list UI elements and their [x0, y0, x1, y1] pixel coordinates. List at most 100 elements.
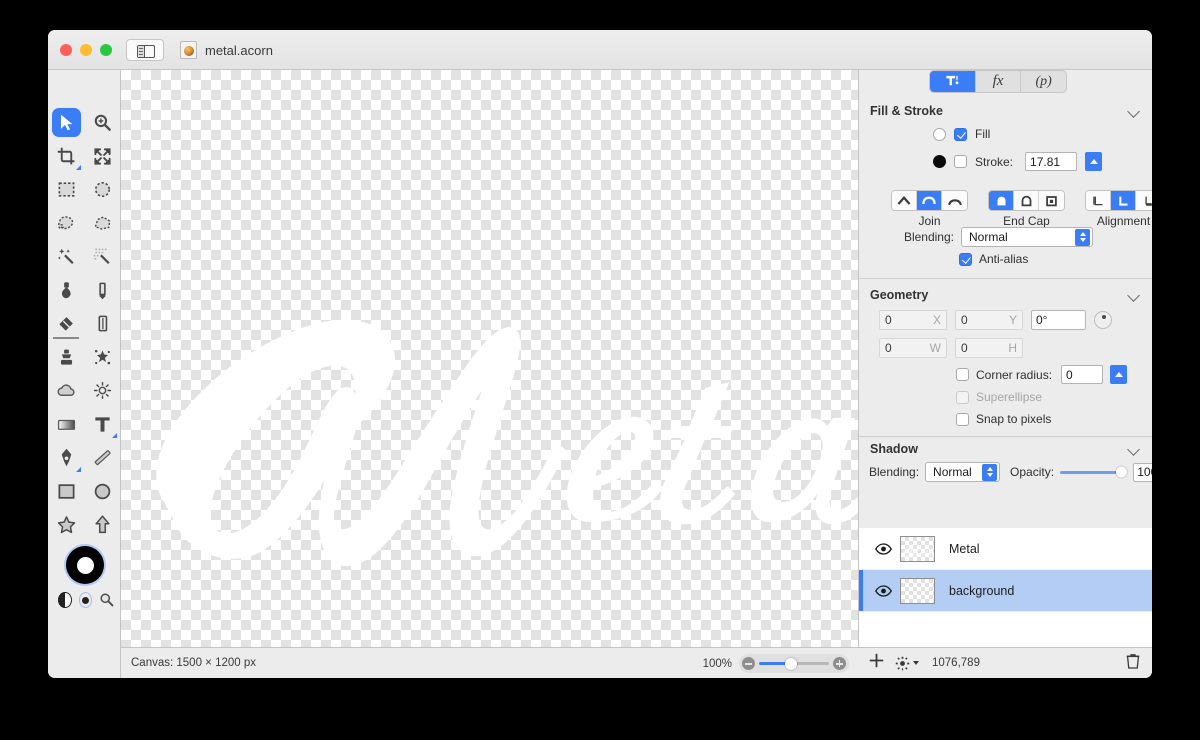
corner-radius-field[interactable]: 0: [1061, 365, 1104, 384]
corner-radius-checkbox[interactable]: [956, 368, 969, 381]
blur-tool[interactable]: [48, 374, 84, 408]
ellipse-shape-tool[interactable]: [84, 475, 120, 509]
stroke-style-groups: Join End Cap Alignment: [891, 190, 1152, 228]
fill-color-swatch[interactable]: [933, 127, 946, 141]
zoom-slider[interactable]: [739, 654, 849, 673]
eraser-tool[interactable]: [48, 307, 84, 341]
sidebar-toggle-button[interactable]: [126, 39, 164, 61]
shadow-section-header[interactable]: Shadow: [859, 436, 1152, 462]
end-cap-segmented[interactable]: [988, 190, 1065, 211]
transform-tool[interactable]: [84, 140, 120, 174]
delete-layer-icon[interactable]: [1126, 653, 1140, 674]
dodge-burn-tool[interactable]: [84, 374, 120, 408]
zoom-tool[interactable]: [84, 106, 120, 140]
cap-square-button[interactable]: [1039, 191, 1064, 210]
close-button[interactable]: [60, 44, 72, 56]
geometry-y-field[interactable]: 0 Y: [955, 310, 1023, 330]
stroke-checkbox[interactable]: [954, 155, 967, 168]
fill-stroke-section-header[interactable]: Fill & Stroke: [859, 98, 1152, 124]
arrow-tool[interactable]: [84, 508, 120, 542]
geometry-w-field[interactable]: 0 W: [879, 338, 947, 358]
cap-butt-button[interactable]: [1014, 191, 1039, 210]
fill-blending-popup[interactable]: Normal: [961, 227, 1093, 247]
tool-options-tab[interactable]: [930, 71, 976, 92]
smudge-tool[interactable]: [84, 341, 120, 375]
line-tool[interactable]: [84, 441, 120, 475]
inspector-mode-switch[interactable]: fx (p): [929, 70, 1067, 93]
canvas-area[interactable]: [120, 70, 859, 647]
fill-checkbox[interactable]: [954, 127, 967, 141]
join-miter-button[interactable]: [892, 191, 917, 210]
magic-wand-tool[interactable]: [48, 240, 84, 274]
add-layer-icon[interactable]: [869, 653, 884, 673]
layer-row-metal[interactable]: Metal: [859, 528, 1152, 570]
crop-tool[interactable]: [48, 140, 84, 174]
clone-stamp-tool[interactable]: [48, 341, 84, 375]
shadow-opacity-slider[interactable]: [1060, 466, 1128, 478]
layer-visibility-icon[interactable]: [875, 542, 892, 555]
magnifier-icon[interactable]: [99, 592, 114, 608]
snap-to-pixels-checkbox[interactable]: [956, 412, 969, 426]
fill-blending-row: Blending: Normal: [896, 227, 1093, 247]
contrast-toggle-icon[interactable]: [58, 592, 72, 608]
layer-row-background[interactable]: background: [859, 570, 1152, 612]
corner-radius-stepper[interactable]: [1110, 365, 1128, 384]
anti-alias-checkbox[interactable]: [959, 252, 972, 266]
geometry-x-field[interactable]: 0 X: [879, 310, 947, 330]
foreground-background-color-well[interactable]: [66, 546, 104, 584]
rotation-knob[interactable]: [1094, 311, 1112, 329]
fill-stroke-title: Fill & Stroke: [870, 104, 943, 118]
target-dot-icon[interactable]: [78, 592, 92, 608]
rect-select-tool[interactable]: [48, 173, 84, 207]
shadow-opacity-thumb[interactable]: [1116, 466, 1128, 478]
filters-tab[interactable]: fx: [976, 71, 1022, 92]
minimize-button[interactable]: [80, 44, 92, 56]
polygon-lasso-tool[interactable]: [84, 207, 120, 241]
zoom-slider-track[interactable]: [759, 657, 829, 670]
presets-tab[interactable]: (p): [1021, 71, 1066, 92]
geometry-rotation-field[interactable]: 0°: [1031, 310, 1086, 330]
shadow-opacity-field[interactable]: 100%: [1133, 462, 1152, 482]
snap-to-pixels-row: Snap to pixels: [956, 412, 1051, 426]
geometry-section-header[interactable]: Geometry: [859, 282, 1152, 308]
align-center-button[interactable]: [1111, 191, 1136, 210]
stroke-color-swatch[interactable]: [933, 155, 946, 168]
maximize-button[interactable]: [100, 44, 112, 56]
move-tool[interactable]: [48, 106, 84, 140]
shadow-blending-value: Normal: [933, 465, 972, 479]
shadow-blending-popup[interactable]: Normal: [925, 462, 1001, 482]
pencil-tool[interactable]: [84, 274, 120, 308]
smart-eraser-tool[interactable]: [84, 307, 120, 341]
lasso-tool[interactable]: [48, 207, 84, 241]
geometry-row-2: 0 W 0 H: [879, 338, 1023, 358]
stroke-width-field[interactable]: 17.81: [1025, 152, 1078, 171]
zoom-slider-thumb[interactable]: [785, 657, 798, 670]
layer-thumbnail: [900, 577, 935, 604]
geometry-h-field[interactable]: 0 H: [955, 338, 1023, 358]
join-segmented[interactable]: [891, 190, 968, 211]
align-inside-button[interactable]: [1086, 191, 1111, 210]
zoom-out-icon[interactable]: [742, 657, 755, 670]
chevron-down-icon[interactable]: [1127, 105, 1140, 118]
status-bar: Canvas: 1500 × 1200 px 100%: [120, 647, 859, 678]
ellipse-select-tool[interactable]: [84, 173, 120, 207]
text-tool[interactable]: [84, 408, 120, 442]
layer-visibility-icon[interactable]: [875, 584, 892, 597]
align-outside-button[interactable]: [1136, 191, 1152, 210]
rectangle-shape-tool[interactable]: [48, 475, 84, 509]
join-bevel-button[interactable]: [942, 191, 967, 210]
paint-bucket-tool[interactable]: [48, 274, 84, 308]
stroke-width-stepper[interactable]: [1085, 152, 1103, 171]
alignment-segmented[interactable]: [1085, 190, 1152, 211]
instant-alpha-tool[interactable]: [84, 240, 120, 274]
chevron-down-icon[interactable]: [1127, 289, 1140, 302]
layer-settings-icon[interactable]: [895, 656, 919, 671]
gradient-tool[interactable]: [48, 408, 84, 442]
zoom-in-icon[interactable]: [833, 657, 846, 670]
star-tool[interactable]: [48, 508, 84, 542]
cap-round-button[interactable]: [989, 191, 1014, 210]
chevron-down-icon[interactable]: [1127, 443, 1140, 456]
join-round-button[interactable]: [917, 191, 942, 210]
bezier-tool[interactable]: [48, 441, 84, 475]
anti-alias-label: Anti-alias: [979, 252, 1029, 266]
